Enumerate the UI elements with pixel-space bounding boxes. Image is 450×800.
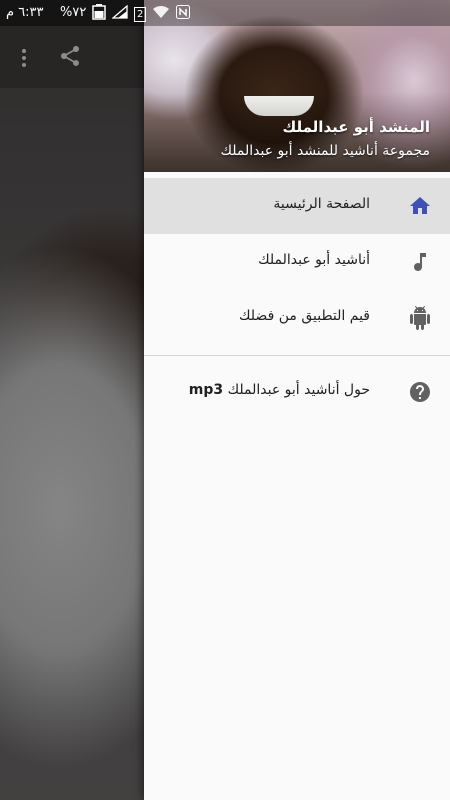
signal-icon [111, 4, 128, 23]
header-title: المنشد أبو عبدالملك [282, 118, 430, 136]
music-note-icon [414, 253, 426, 271]
status-time: ٦:٣٣ م [6, 5, 44, 20]
menu-item-songs[interactable]: أناشيد أبو عبدالملك [144, 234, 450, 290]
android-icon [410, 306, 430, 330]
menu-item-about[interactable]: حول أناشيد أبو عبدالملك mp3 [144, 364, 450, 420]
menu-item-label: قيم التطبيق من فضلك [239, 308, 370, 324]
about-label-bold: mp3 [188, 382, 224, 398]
menu-item-home[interactable]: الصفحة الرئيسية [144, 178, 450, 234]
help-icon [410, 382, 430, 402]
home-icon [410, 197, 430, 214]
menu-item-rate-app[interactable]: قيم التطبيق من فضلك [144, 290, 450, 346]
about-label-text: حول أناشيد أبو عبدالملك [227, 382, 370, 398]
menu-item-label: الصفحة الرئيسية [273, 196, 370, 212]
menu-item-label: أناشيد أبو عبدالملك [258, 252, 370, 268]
status-bar: ٦:٣٣ م %٧٢ 2 [0, 0, 450, 26]
status-icons: 2 [92, 4, 191, 24]
navigation-drawer: المنشد أبو عبدالملك مجموعة أناشيد للمنشد… [144, 0, 450, 800]
battery-icon [92, 4, 106, 24]
menu-divider [144, 355, 450, 356]
sim-badge: 2 [134, 6, 147, 22]
wifi-icon [152, 5, 170, 23]
drawer-menu: الصفحة الرئيسية أناشيد أبو عبدالملك قيم … [144, 178, 450, 420]
battery-percent: %٧٢ [60, 5, 87, 20]
nfc-icon [176, 5, 191, 23]
header-subtitle: مجموعة أناشيد للمنشد أبو عبدالملك [220, 143, 430, 159]
menu-item-label: حول أناشيد أبو عبدالملك mp3 [189, 382, 370, 398]
